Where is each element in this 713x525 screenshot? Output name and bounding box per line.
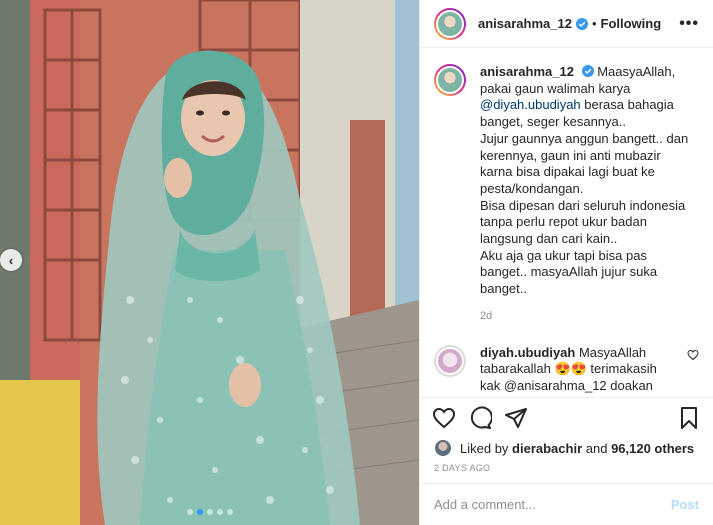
caption-username[interactable]: anisarahma_12 bbox=[480, 64, 574, 79]
likes-middle: and bbox=[582, 440, 612, 456]
post-date[interactable]: 2 DAYS AGO bbox=[420, 459, 713, 483]
post-photo[interactable]: ‹ bbox=[0, 0, 419, 525]
commenter-username[interactable]: diyah.ubudiyah bbox=[480, 345, 575, 360]
commenter-avatar[interactable] bbox=[434, 344, 466, 377]
likes-text[interactable]: Liked by dierabachir and 96,120 others bbox=[460, 441, 694, 456]
caption-text: pesta/kondangan. bbox=[480, 180, 584, 196]
caption-text: banget, seger kesannya.. bbox=[480, 114, 626, 130]
comments-area[interactable]: anisarahma_12 MaasyaAllah, pakai gaun wa… bbox=[420, 48, 713, 397]
carousel-prev-button[interactable]: ‹ bbox=[0, 249, 22, 271]
comment-text: kak @anisarahma_12 doakan bbox=[480, 377, 653, 393]
post-side-panel: anisarahma_12 • Following ••• anisarahma… bbox=[419, 0, 713, 525]
header-separator: • bbox=[591, 16, 597, 31]
heart-icon[interactable] bbox=[432, 406, 456, 430]
caption-text: pakai gaun walimah karya bbox=[480, 80, 631, 96]
carousel-dots bbox=[0, 509, 419, 515]
caption-body: anisarahma_12 MaasyaAllah, pakai gaun wa… bbox=[480, 64, 699, 325]
liker-username[interactable]: dierabachir bbox=[512, 441, 582, 456]
following-button[interactable]: Following bbox=[601, 16, 662, 31]
likes-prefix: Liked by bbox=[460, 440, 513, 456]
caption-text: Jujur gaunnya anggun bangett.. dan bbox=[480, 130, 689, 146]
caption-text: banget.. bbox=[480, 281, 527, 297]
caption-mention-link[interactable]: @diyah.ubudiyah bbox=[480, 97, 581, 112]
share-icon[interactable] bbox=[504, 406, 528, 430]
caption-text: karna bisa dipakai lagi buat ke bbox=[480, 164, 655, 180]
comment-text: MasyaAllah bbox=[578, 344, 647, 360]
author-username[interactable]: anisarahma_12 bbox=[478, 16, 572, 31]
comment-like-heart-icon[interactable] bbox=[687, 349, 699, 361]
caption-text: Aku aja ga ukur tapi bisa pas bbox=[480, 247, 647, 263]
liker-avatar[interactable] bbox=[434, 439, 452, 457]
likes-summary: Liked by dierabachir and 96,120 others bbox=[420, 437, 713, 459]
post-header: anisarahma_12 • Following ••• bbox=[420, 0, 713, 48]
caption-text: Bisa dipesan dari seluruh indonesia bbox=[480, 197, 686, 213]
carousel-dot bbox=[216, 509, 223, 515]
verified-icon bbox=[581, 65, 594, 77]
caption-avatar[interactable] bbox=[434, 64, 466, 96]
more-options-icon[interactable]: ••• bbox=[679, 15, 699, 33]
likes-count[interactable]: 96,120 others bbox=[611, 441, 694, 456]
caption-time[interactable]: 2d bbox=[480, 308, 699, 325]
carousel-dot bbox=[226, 509, 233, 515]
action-bar bbox=[420, 397, 713, 437]
photo-illustration bbox=[0, 0, 419, 525]
carousel-dot-active bbox=[196, 509, 203, 515]
caption-text: langsung dan cari kain.. bbox=[480, 231, 618, 247]
add-comment-bar: Add a comment... Post bbox=[420, 483, 713, 525]
post-comment-button[interactable]: Post bbox=[671, 497, 699, 512]
comment-text: tabarakallah 😍😍 terimakasih bbox=[480, 361, 657, 377]
caption: anisarahma_12 MaasyaAllah, pakai gaun wa… bbox=[434, 64, 699, 325]
instagram-post: ‹ anisarahma_12 • Following ••• anisarah… bbox=[0, 0, 713, 525]
caption-text: banget.. masyaAllah jujur suka bbox=[480, 264, 658, 280]
author-avatar[interactable] bbox=[434, 7, 466, 40]
caption-text: tanpa perlu repot ukur badan bbox=[480, 214, 647, 230]
comment-body: diyah.ubudiyah MasyaAllah tabarakallah 😍… bbox=[480, 345, 699, 395]
carousel-dot bbox=[206, 509, 213, 515]
carousel-dot bbox=[186, 509, 193, 515]
comment-item: diyah.ubudiyah MasyaAllah tabarakallah 😍… bbox=[434, 344, 699, 395]
verified-icon bbox=[575, 17, 588, 30]
bookmark-icon[interactable] bbox=[677, 406, 701, 430]
comment-input[interactable]: Add a comment... bbox=[434, 497, 671, 512]
chevron-left-icon: ‹ bbox=[8, 252, 14, 268]
caption-text: MaasyaAllah, bbox=[597, 64, 676, 79]
caption-text: kerennya, gaun ini anti mubazir bbox=[480, 147, 661, 163]
caption-text: berasa bahagia bbox=[580, 97, 674, 113]
comment-icon[interactable] bbox=[468, 406, 492, 430]
